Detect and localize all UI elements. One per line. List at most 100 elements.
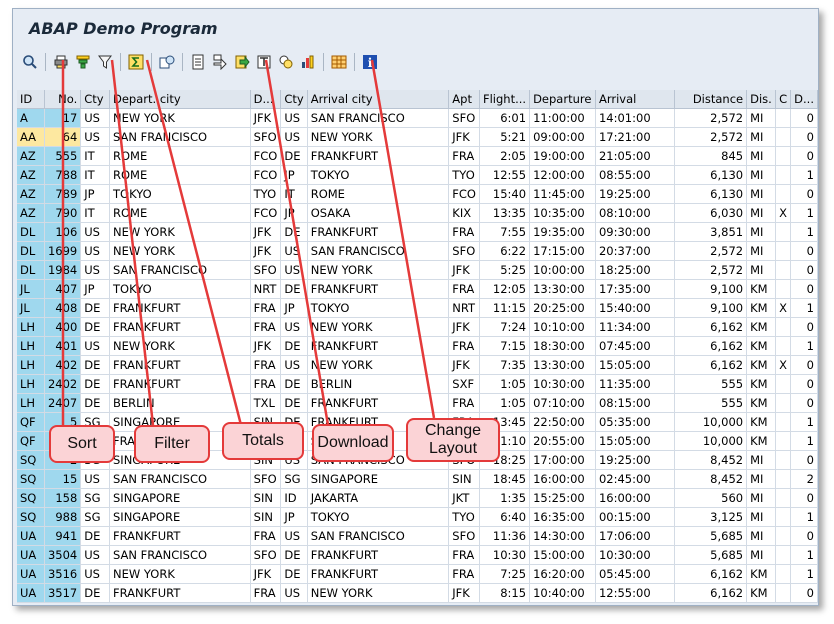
table-cell[interactable]: 9,100: [674, 279, 748, 299]
table-cell[interactable]: 408: [44, 298, 82, 318]
table-cell[interactable]: 12:00:00: [529, 165, 596, 185]
table-row[interactable]: JL 407 JP TOKYO NRT DE FRANKFURT FRA 12:05 13:30:…: [17, 279, 818, 299]
download-icon[interactable]: [233, 53, 251, 71]
table-cell[interactable]: [775, 469, 792, 489]
table-cell[interactable]: LH: [17, 317, 45, 337]
table-cell[interactable]: US: [80, 127, 110, 147]
table-cell[interactable]: UA: [17, 583, 45, 603]
table-cell[interactable]: SG: [80, 488, 110, 508]
table-cell[interactable]: DE: [280, 146, 308, 166]
table-cell[interactable]: SIN: [250, 488, 282, 508]
table-cell[interactable]: US: [80, 260, 110, 280]
table-cell[interactable]: 09:00:00: [529, 127, 596, 147]
table-cell[interactable]: ROME: [109, 203, 251, 223]
table-cell[interactable]: FRANKFURT: [307, 393, 450, 413]
table-cell[interactable]: DE: [80, 298, 110, 318]
table-cell[interactable]: TYO: [448, 507, 480, 527]
table-cell[interactable]: FRA: [448, 545, 480, 565]
table-cell[interactable]: 1: [790, 222, 818, 242]
table-cell[interactable]: 19:25:00: [595, 450, 675, 470]
table-cell[interactable]: 9,100: [674, 298, 748, 318]
table-cell[interactable]: MI: [746, 241, 777, 261]
table-cell[interactable]: FRA: [448, 393, 480, 413]
table-row[interactable]: LH 2402 DE FRANKFURT FRA DE BERLIN SXF 1:05 10:30…: [17, 374, 818, 394]
table-cell[interactable]: 1:05: [479, 374, 531, 394]
table-row[interactable]: DL 1984 US SAN FRANCISCO SFO US NEW YORK JFK 5:2…: [17, 260, 818, 280]
table-cell[interactable]: 402: [44, 355, 82, 375]
table-cell[interactable]: FRA: [250, 298, 282, 318]
table-cell[interactable]: 6:22: [479, 241, 531, 261]
table-cell[interactable]: 845: [674, 146, 748, 166]
table-cell[interactable]: SIN: [250, 507, 282, 527]
table-cell[interactable]: 17:06:00: [595, 526, 675, 546]
table-cell[interactable]: US: [80, 222, 110, 242]
table-cell[interactable]: 19:25:00: [595, 184, 675, 204]
table-cell[interactable]: 13:35: [479, 203, 531, 223]
column-header[interactable]: Arrival city: [307, 90, 450, 109]
table-cell[interactable]: [775, 374, 792, 394]
table-cell[interactable]: [775, 583, 792, 603]
table-cell[interactable]: [775, 279, 792, 299]
table-cell[interactable]: 8:15: [479, 583, 531, 603]
table-cell[interactable]: 10:35:00: [529, 203, 596, 223]
table-cell[interactable]: DE: [280, 336, 308, 356]
table-cell[interactable]: BERLIN: [307, 374, 450, 394]
table-cell[interactable]: KIX: [448, 203, 480, 223]
table-cell[interactable]: 17:35:00: [595, 279, 675, 299]
table-cell[interactable]: 0: [790, 450, 818, 470]
table-cell[interactable]: NEW YORK: [109, 336, 251, 356]
table-cell[interactable]: 555: [674, 374, 748, 394]
table-cell[interactable]: 2,572: [674, 241, 748, 261]
column-header[interactable]: Cty: [80, 90, 110, 109]
table-cell[interactable]: US: [80, 336, 110, 356]
table-cell[interactable]: 0: [790, 393, 818, 413]
table-cell[interactable]: 1: [790, 507, 818, 527]
table-cell[interactable]: FRANKFURT: [109, 298, 251, 318]
table-cell[interactable]: 22:50:00: [529, 412, 596, 432]
table-cell[interactable]: DL: [17, 260, 45, 280]
table-cell[interactable]: 15:25:00: [529, 488, 596, 508]
table-cell[interactable]: 400: [44, 317, 82, 337]
table-cell[interactable]: 555: [44, 146, 82, 166]
table-cell[interactable]: 106: [44, 222, 82, 242]
table-cell[interactable]: FRANKFURT: [109, 374, 251, 394]
table-cell[interactable]: BERLIN: [109, 393, 251, 413]
table-cell[interactable]: 07:10:00: [529, 393, 596, 413]
table-row[interactable]: DL 1699 US NEW YORK JFK US SAN FRANCISCO SFO 6:2…: [17, 241, 818, 261]
table-cell[interactable]: US: [80, 241, 110, 261]
table-cell[interactable]: MI: [746, 146, 777, 166]
table-cell[interactable]: 3517: [44, 583, 82, 603]
table-cell[interactable]: SQ: [17, 507, 45, 527]
table-cell[interactable]: KM: [746, 431, 777, 451]
column-header[interactable]: ID: [17, 90, 45, 109]
table-cell[interactable]: 05:45:00: [595, 564, 675, 584]
table-cell[interactable]: 1: [790, 545, 818, 565]
column-header[interactable]: Arrival: [595, 90, 675, 109]
table-cell[interactable]: [775, 165, 792, 185]
table-cell[interactable]: SFO: [448, 241, 480, 261]
table-cell[interactable]: 14:30:00: [529, 526, 596, 546]
table-cell[interactable]: 1: [790, 412, 818, 432]
table-cell[interactable]: 8,452: [674, 469, 748, 489]
table-cell[interactable]: 0: [790, 260, 818, 280]
table-cell[interactable]: 0: [790, 526, 818, 546]
table-cell[interactable]: 11:35:00: [595, 374, 675, 394]
table-cell[interactable]: 14:01:00: [595, 108, 675, 128]
table-cell[interactable]: 02:45:00: [595, 469, 675, 489]
table-cell[interactable]: IT: [280, 184, 308, 204]
table-cell[interactable]: 5,685: [674, 526, 748, 546]
table-cell[interactable]: KM: [746, 393, 777, 413]
table-cell[interactable]: 7:55: [479, 222, 531, 242]
table-cell[interactable]: JFK: [448, 317, 480, 337]
table-row[interactable]: LH 401 US NEW YORK JFK DE FRANKFURT FRA 7:15 18:3…: [17, 336, 818, 356]
table-cell[interactable]: DE: [80, 583, 110, 603]
table-cell[interactable]: 0: [790, 184, 818, 204]
table-row[interactable]: AZ 790 IT ROME FCO JP OSAKA KIX 13:35 10:35:00 08:…: [17, 203, 818, 223]
table-cell[interactable]: TYO: [250, 184, 282, 204]
table-row[interactable]: UA 3516 US NEW YORK JFK DE FRANKFURT FRA 7:25 16:…: [17, 564, 818, 584]
table-cell[interactable]: 16:35:00: [529, 507, 596, 527]
table-cell[interactable]: [775, 146, 792, 166]
table-cell[interactable]: [775, 393, 792, 413]
table-cell[interactable]: FRA: [250, 583, 282, 603]
table-cell[interactable]: 08:10:00: [595, 203, 675, 223]
